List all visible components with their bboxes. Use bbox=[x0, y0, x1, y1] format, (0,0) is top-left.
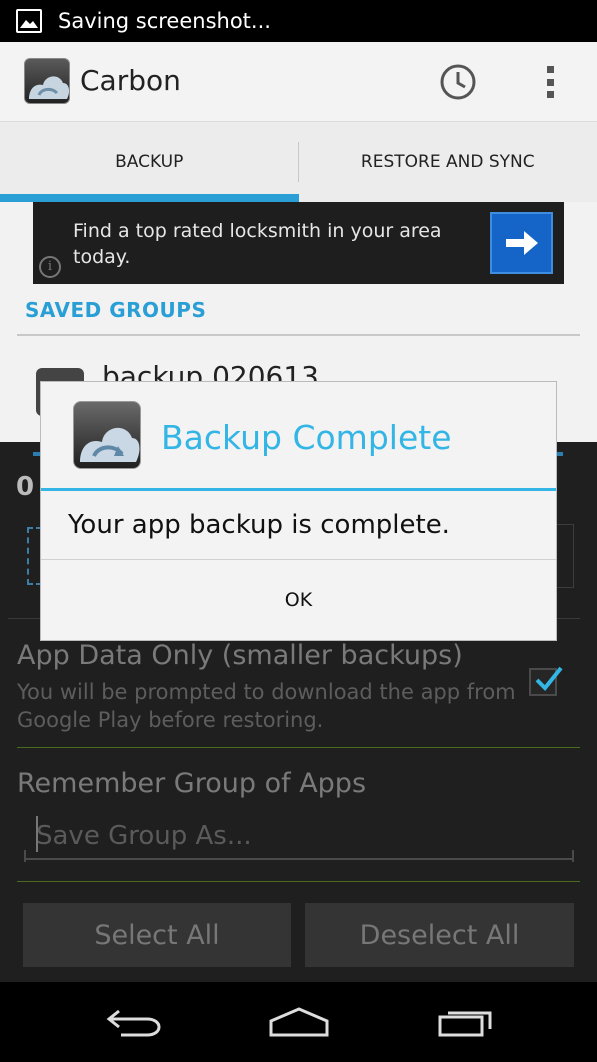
action-bar: Carbon bbox=[0, 42, 597, 122]
ad-banner[interactable]: Find a top rated locksmith in your area … bbox=[33, 202, 564, 284]
divider bbox=[17, 881, 580, 882]
ad-text: Find a top rated locksmith in your area … bbox=[73, 220, 442, 268]
image-icon bbox=[16, 9, 42, 33]
selected-count: 0 bbox=[16, 472, 35, 502]
status-notification-text: Saving screenshot... bbox=[58, 9, 271, 33]
info-icon[interactable]: i bbox=[39, 256, 61, 278]
select-all-button[interactable]: Select All bbox=[23, 903, 291, 967]
tab-restore-and-sync[interactable]: RESTORE AND SYNC bbox=[299, 122, 597, 202]
text-cursor bbox=[36, 816, 38, 852]
clock-icon[interactable] bbox=[438, 62, 478, 102]
divider bbox=[17, 747, 580, 748]
tab-divider bbox=[298, 142, 299, 182]
home-icon[interactable] bbox=[266, 1000, 332, 1044]
app-data-only-checkbox[interactable] bbox=[529, 666, 563, 696]
tab-backup-label: BACKUP bbox=[115, 152, 184, 172]
dialog-message: Your app backup is complete. bbox=[68, 510, 450, 540]
app-data-only-description: You will be prompted to download the app… bbox=[17, 680, 516, 732]
ok-button[interactable]: OK bbox=[41, 560, 556, 640]
recent-apps-icon[interactable] bbox=[432, 1000, 498, 1044]
input-underline bbox=[24, 850, 574, 862]
dialog-title-divider bbox=[41, 488, 556, 491]
overflow-menu-icon[interactable] bbox=[536, 62, 564, 102]
remember-group-title: Remember Group of Apps bbox=[17, 768, 367, 799]
saved-groups-header: SAVED GROUPS bbox=[25, 298, 207, 322]
carbon-app-icon bbox=[73, 401, 141, 469]
app-data-only-title: App Data Only (smaller backups) bbox=[17, 640, 463, 671]
app-title: Carbon bbox=[80, 64, 181, 97]
app-logo-icon[interactable] bbox=[24, 58, 70, 104]
back-icon[interactable] bbox=[100, 1000, 166, 1044]
arrow-right-icon[interactable] bbox=[490, 212, 553, 274]
backup-complete-dialog: Backup Complete Your app backup is compl… bbox=[41, 382, 556, 640]
dialog-title: Backup Complete bbox=[161, 418, 452, 457]
divider bbox=[17, 334, 580, 336]
tab-restore-label: RESTORE AND SYNC bbox=[360, 152, 535, 172]
navigation-bar bbox=[0, 982, 597, 1062]
status-bar: Saving screenshot... bbox=[0, 0, 597, 42]
deselect-all-button[interactable]: Deselect All bbox=[305, 903, 574, 967]
tab-backup[interactable]: BACKUP bbox=[0, 122, 299, 202]
